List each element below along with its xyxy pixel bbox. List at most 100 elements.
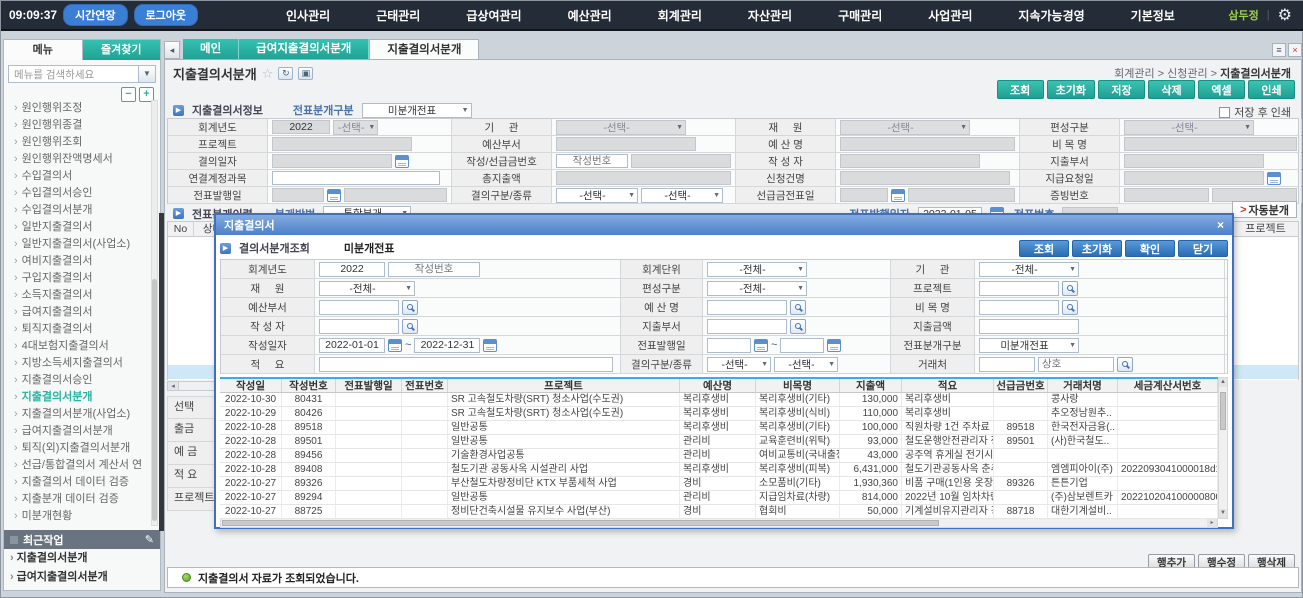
gear-icon[interactable]: ⚙ [1278,5,1292,25]
table-row[interactable]: 2022-10-2889501일반공통관리비교육훈련비(위탁)93,000철도운… [220,435,1228,449]
topbar-menu-2[interactable]: 근태관리 [376,7,420,24]
table-col-header[interactable]: 거래처명 [1048,379,1118,392]
scroll-right-icon[interactable]: ▸ [1207,519,1217,527]
popup-icon[interactable]: ▣ [298,67,313,80]
logout-button[interactable]: 로그아웃 [134,4,198,26]
tab-1[interactable]: 메인 [183,39,239,59]
dropdown[interactable]: 미분개전표▼ [979,338,1079,353]
search-icon[interactable] [790,319,806,334]
table-row[interactable]: 2022-10-2789326부산철도차량정비단 KTX 부품세척 사업경비소모… [220,477,1228,491]
sidebar-item[interactable]: ›소득지출결의서 [14,287,151,304]
table-col-header[interactable]: 적요 [902,379,994,392]
close-icon[interactable]: × [1217,218,1224,232]
recent-work-item[interactable]: ›지출결의서분개 [4,549,160,568]
tab-favorites[interactable]: 즐겨찾기 [83,40,161,60]
text-input[interactable] [388,262,480,277]
tab-menu[interactable]: 메뉴 [4,40,83,60]
toolbar-button-조회[interactable]: 조회 [997,80,1044,99]
table-col-header[interactable]: 세금계산서번호 [1118,379,1218,392]
sidebar-item[interactable]: ›구입지출결의서 [14,270,151,287]
tab-2[interactable]: 급여지출결의서분개 [239,39,369,59]
sidebar-item[interactable]: ›일반지출결의서 [14,219,151,236]
calendar-icon[interactable] [388,339,402,352]
dropdown[interactable]: -선택-▼ [707,357,771,372]
topbar-menu-7[interactable]: 구매관리 [838,7,882,24]
close-tab-icon[interactable]: × [1288,43,1302,57]
sidebar-item[interactable]: ›급여지출결의서 [14,304,151,321]
text-input[interactable] [707,338,751,353]
topbar-menu-5[interactable]: 회계관리 [658,7,702,24]
slip-type-dropdown[interactable]: 미분개전표▼ [362,103,472,118]
dropdown[interactable]: -선택-▼ [641,188,723,203]
search-icon[interactable] [1062,300,1078,315]
sidebar-item[interactable]: ›원인행위종결 [14,117,151,134]
calendar-icon[interactable] [827,339,841,352]
sidebar-item[interactable]: ›퇴직지출결의서 [14,321,151,338]
table-col-header[interactable]: 작성일 [220,379,282,392]
favorite-star-icon[interactable]: ☆ [262,66,274,82]
dropdown[interactable]: -전체-▼ [707,281,807,296]
table-col-header[interactable]: 전표발행일 [336,379,402,392]
dropdown[interactable]: -전체-▼ [979,262,1079,277]
scrollbar-thumb[interactable] [1220,392,1226,430]
topbar-menu-3[interactable]: 급상여관리 [466,7,521,24]
grid-hscrollbar[interactable]: ◂ [167,381,217,391]
sidebar-item[interactable]: ›급여지출결의서분개 [14,423,151,440]
topbar-menu-4[interactable]: 예산관리 [568,7,612,24]
scrollbar-thumb[interactable] [152,279,157,521]
text-input[interactable] [319,319,399,334]
modal-button-초기화[interactable]: 초기화 [1072,240,1122,257]
text-input[interactable] [319,262,385,277]
menu-search-input[interactable]: 메뉴를 검색하세요 [8,65,139,83]
topbar-menu-9[interactable]: 지속가능경영 [1018,7,1084,24]
search-icon[interactable] [402,300,418,315]
table-row[interactable]: 2022-10-2980426SR 고속철도차량(SRT) 청소사업(수도권)복… [220,407,1228,421]
sidebar-item[interactable]: ›미분개현황 [14,508,151,525]
sidebar-item[interactable]: ›선급/통합결의서 계산서 연 [14,457,151,474]
toolbar-button-삭제[interactable]: 삭제 [1148,80,1195,99]
table-row[interactable]: 2022-10-2889518일반공통복리후생비복리후생비(기타)100,000… [220,421,1228,435]
scroll-down-icon[interactable]: ▼ [1219,509,1227,518]
calendar-icon[interactable] [891,189,905,202]
table-hscrollbar[interactable]: ▸ [220,519,1218,528]
sidebar-item[interactable]: ›지방소득세지출결의서 [14,355,151,372]
sidebar-item[interactable]: ›일반지출결의서(사업소) [14,236,151,253]
calendar-icon[interactable] [1267,172,1281,185]
auto-journal-button[interactable]: > 자동분개 [1232,201,1297,218]
text-input[interactable] [319,338,385,353]
sidebar-item[interactable]: ›여비지출결의서 [14,253,151,270]
table-col-header[interactable]: 지출액 [840,379,902,392]
search-icon[interactable] [402,319,418,334]
table-col-header[interactable]: 선급금번호 [994,379,1048,392]
text-input[interactable] [556,154,628,168]
modal-button-조회[interactable]: 조회 [1019,240,1069,257]
text-input[interactable] [414,338,480,353]
toolbar-button-엑셀[interactable]: 엑셀 [1198,80,1245,99]
sidebar-item[interactable]: ›퇴직(외)지출결의서분개 [14,440,151,457]
dropdown[interactable]: -선택-▼ [774,357,838,372]
sidebar-item[interactable]: ›지출결의서승인 [14,372,151,389]
sidebar-item[interactable]: ›원인행위조회 [14,134,151,151]
text-input[interactable] [707,300,787,315]
chevron-down-icon[interactable]: ▼ [139,65,156,83]
calendar-icon[interactable] [754,339,768,352]
text-input[interactable] [319,357,613,372]
toolbar-button-인쇄[interactable]: 인쇄 [1248,80,1295,99]
toolbar-button-저장[interactable]: 저장 [1098,80,1145,99]
topbar-menu-10[interactable]: 기본정보 [1131,7,1175,24]
scrollbar-thumb[interactable] [222,520,939,526]
table-row[interactable]: 2022-10-3080431SR 고속철도차량(SRT) 청소사업(수도권)복… [220,393,1228,407]
text-input[interactable] [1038,357,1114,372]
table-col-header[interactable]: 전표번호 [402,379,448,392]
sidebar-item[interactable]: ›수입결의서승인 [14,185,151,202]
text-input[interactable] [979,319,1079,334]
refresh-icon[interactable]: ↻ [278,67,293,80]
text-input[interactable] [319,300,399,315]
search-icon[interactable] [790,300,806,315]
calendar-icon[interactable] [327,189,341,202]
topbar-menu-1[interactable]: 인사관리 [286,7,330,24]
dropdown[interactable]: -선택-▼ [556,188,638,203]
text-input[interactable] [272,171,440,185]
table-vscrollbar[interactable]: ▲ ▼ [1218,377,1228,519]
topbar-menu-6[interactable]: 자산관리 [748,7,792,24]
